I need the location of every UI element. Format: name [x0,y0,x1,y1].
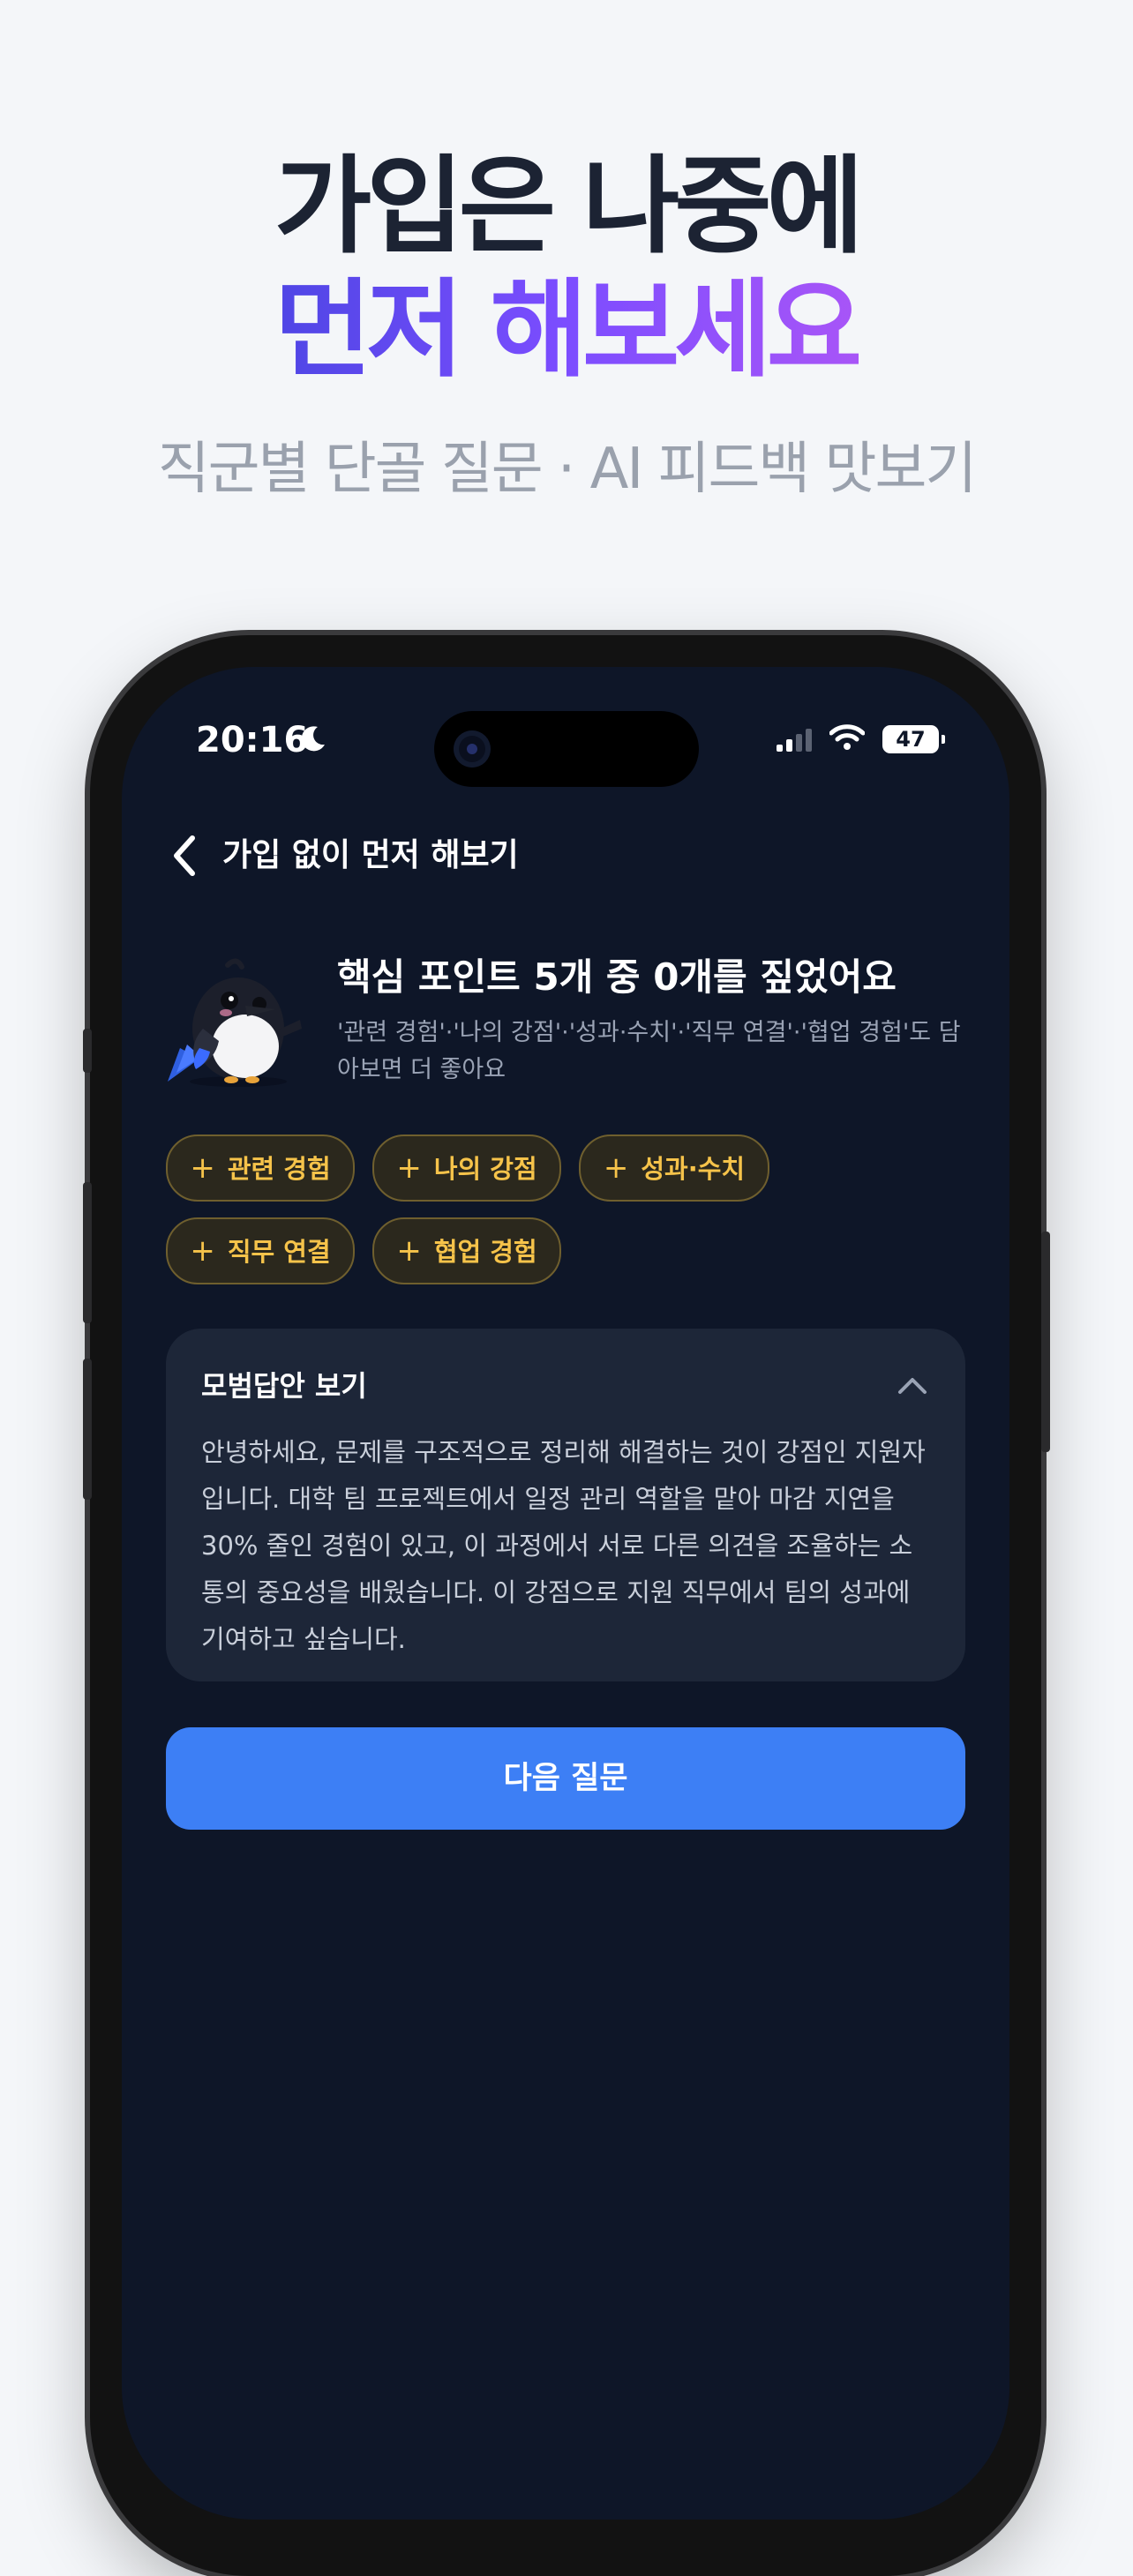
model-answer-card: 모범답안 보기 안녕하세요, 문제를 구조적으로 정리해 해결하는 것이 강점인… [166,1329,965,1681]
chevron-up-icon[interactable] [895,1369,930,1404]
phone-volume-down [83,1359,92,1500]
wifi-icon [829,724,865,750]
battery-indicator: 47 [882,725,945,753]
chip-label: 성과·수치 [641,1154,746,1184]
keyword-chip-collaboration[interactable]: + 협업 경험 [372,1217,561,1284]
keyword-chip-related-experience[interactable]: + 관련 경험 [166,1134,355,1202]
model-answer-text: 안녕하세요, 문제를 구조적으로 정리해 해결하는 것이 강점인 지원자입니다.… [201,1437,926,1654]
keyword-chip-results[interactable]: + 성과·수치 [579,1134,769,1202]
chip-label: 관련 경험 [227,1154,331,1184]
chevron-left-icon[interactable] [166,829,205,882]
model-answer-toggle-label[interactable]: 모범답안 보기 [201,1366,367,1406]
plus-icon: + [396,1150,422,1186]
page-title: 가입 없이 먼저 해보기 [222,837,519,873]
keyword-chip-job-connection[interactable]: + 직무 연결 [166,1217,355,1284]
dynamic-island [434,711,699,787]
moon-icon [301,726,325,752]
chip-label: 직무 연결 [227,1237,331,1267]
app-screen: 20:16 47 가입 없이 먼저 해보기 핵심 포인트 5개 중 0개를 짚었… [122,667,1009,2520]
status-time: 20:16 [196,720,309,760]
plus-icon: + [190,1150,215,1186]
feedback-description: '관련 경험'·'나의 강점'·'성과·수치'·'직무 연결'·'협업 경험'도… [337,1019,961,1083]
chip-label: 나의 강점 [433,1154,537,1184]
hero-headline-accent-text: 먼저 해보세요 [274,269,864,392]
magpie-mascot-icon [168,958,302,1087]
next-question-button[interactable]: 다음 질문 [166,1727,965,1830]
hero-headline: 가입은 나중에 [274,146,864,268]
plus-icon: + [396,1233,422,1269]
chip-label: 협업 경험 [433,1237,537,1267]
keyword-chip-strength[interactable]: + 나의 강점 [372,1134,561,1202]
plus-icon: + [603,1150,629,1186]
hero-headline-accent: 먼저 해보세요 [0,265,1133,397]
hero-subtitle: 직군별 단골 질문 · AI 피드백 맛보기 [157,437,978,502]
phone-power-button [1041,1232,1050,1452]
signal-icon [777,729,812,752]
front-camera [454,730,491,768]
feedback-title: 핵심 포인트 5개 중 0개를 짚었어요 [337,955,897,999]
phone-side-button [83,1029,92,1073]
phone-volume-up [83,1182,92,1323]
plus-icon: + [190,1233,215,1269]
